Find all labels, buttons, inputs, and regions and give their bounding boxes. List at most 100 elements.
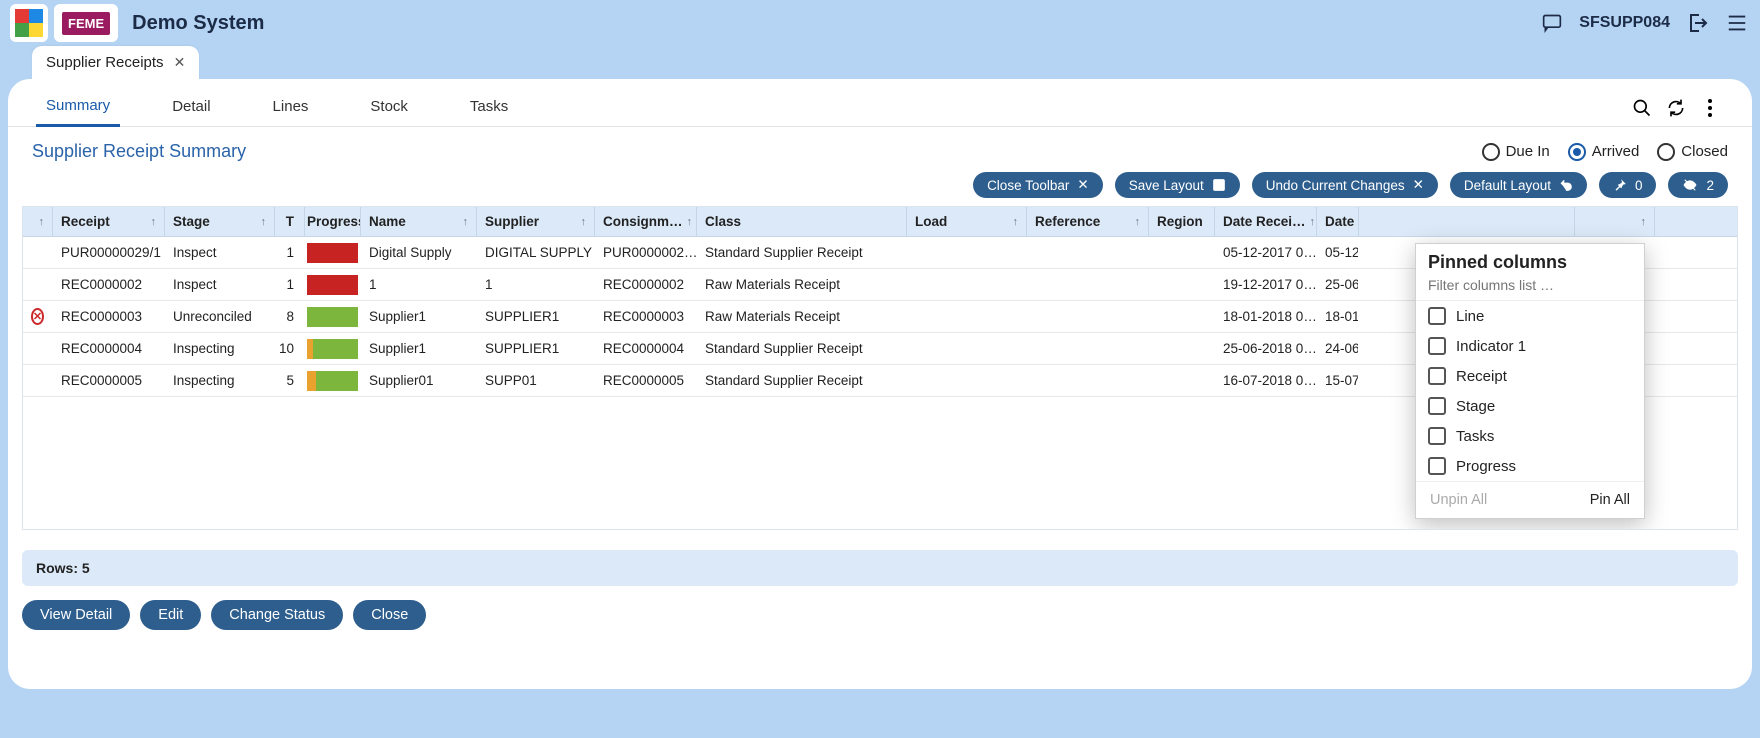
cell-reference <box>1027 237 1149 268</box>
radio-due-in[interactable]: Due In <box>1482 143 1550 161</box>
tab-tasks[interactable]: Tasks <box>460 90 518 125</box>
pill-label: Save Layout <box>1129 178 1204 193</box>
cell-reference <box>1027 269 1149 300</box>
cell-consignment: REC0000003 <box>595 301 697 332</box>
checkbox-icon[interactable] <box>1428 367 1446 385</box>
pinned-option[interactable]: Receipt <box>1416 361 1644 391</box>
search-icon[interactable] <box>1630 96 1654 120</box>
cell-receipt: REC0000005 <box>53 365 165 396</box>
main-panel: Summary Detail Lines Stock Tasks Supplie… <box>8 79 1752 689</box>
checkbox-icon[interactable] <box>1428 457 1446 475</box>
edit-button[interactable]: Edit <box>140 600 201 630</box>
col-label: Load <box>915 214 947 229</box>
col-label: Reference <box>1035 214 1100 229</box>
row-indicator <box>23 365 53 396</box>
col-label: Consignm… <box>603 214 683 229</box>
pill-label: 0 <box>1635 178 1643 193</box>
cell-receipt: REC0000002 <box>53 269 165 300</box>
cell-stage: Inspecting <box>165 365 275 396</box>
col-class[interactable]: Class <box>697 207 907 236</box>
close-icon[interactable]: ✕ <box>174 54 186 71</box>
checkbox-icon[interactable] <box>1428 337 1446 355</box>
col-date-received[interactable]: Date Recei…↑ <box>1215 207 1317 236</box>
change-status-button[interactable]: Change Status <box>211 600 343 630</box>
status-bar: Rows: 5 <box>22 550 1738 586</box>
cell-date-arrived: 18-01- <box>1317 301 1359 332</box>
cell-date-arrived: 15-07- <box>1317 365 1359 396</box>
progress-bar <box>307 371 358 391</box>
default-layout-button[interactable]: Default Layout <box>1450 172 1587 198</box>
workspace: Supplier Receipts ✕ Summary Detail Lines… <box>8 46 1752 689</box>
col-label: Region <box>1157 214 1203 229</box>
unpin-all-button[interactable]: Unpin All <box>1430 492 1487 508</box>
col-load[interactable]: Load↑ <box>907 207 1027 236</box>
cell-region <box>1149 301 1215 332</box>
close-icon: ✕ <box>1413 177 1424 193</box>
col-name[interactable]: Name↑ <box>361 207 477 236</box>
col-region[interactable]: Region <box>1149 207 1215 236</box>
checkbox-icon[interactable] <box>1428 397 1446 415</box>
action-row: View Detail Edit Change Status Close <box>8 596 1752 634</box>
progress-bar <box>307 307 358 327</box>
logout-icon[interactable] <box>1684 10 1710 36</box>
pinned-options-list[interactable]: Line Indicator 1 Receipt Stage Tasks Pro… <box>1416 300 1644 481</box>
pinned-option[interactable]: Line <box>1416 301 1644 331</box>
tab-detail[interactable]: Detail <box>162 90 220 125</box>
eye-off-icon <box>1682 178 1698 192</box>
close-button[interactable]: Close <box>353 600 426 630</box>
radio-arrived[interactable]: Arrived <box>1568 143 1640 161</box>
chat-icon[interactable] <box>1539 10 1565 36</box>
undo-changes-button[interactable]: Undo Current Changes ✕ <box>1252 172 1438 198</box>
cell-date-arrived: 05-12- <box>1317 237 1359 268</box>
col-consignment[interactable]: Consignm…↑ <box>595 207 697 236</box>
pin-all-button[interactable]: Pin All <box>1590 492 1630 508</box>
option-label: Progress <box>1456 458 1516 475</box>
col-trailing[interactable]: ↑ <box>1575 207 1655 236</box>
tab-stock[interactable]: Stock <box>360 90 418 125</box>
option-label: Stage <box>1456 398 1495 415</box>
row-indicator <box>23 237 53 268</box>
col-indicator[interactable]: ↑ <box>23 207 53 236</box>
pinned-option[interactable]: Stage <box>1416 391 1644 421</box>
tab-lines[interactable]: Lines <box>263 90 319 125</box>
app-tab-strip: Supplier Receipts ✕ <box>8 46 1752 79</box>
pinned-option[interactable]: Indicator 1 <box>1416 331 1644 361</box>
save-layout-button[interactable]: Save Layout <box>1115 172 1240 198</box>
col-stage[interactable]: Stage↑ <box>165 207 275 236</box>
checkbox-icon[interactable] <box>1428 307 1446 325</box>
col-receipt[interactable]: Receipt↑ <box>53 207 165 236</box>
kebab-menu-icon[interactable] <box>1698 96 1722 120</box>
close-toolbar-button[interactable]: Close Toolbar ✕ <box>973 172 1103 198</box>
cell-task-count: 5 <box>275 365 305 396</box>
app-tab-supplier-receipts[interactable]: Supplier Receipts ✕ <box>32 46 199 79</box>
progress-bar <box>307 275 358 295</box>
cell-task-count: 10 <box>275 333 305 364</box>
hidden-columns-button[interactable]: 2 <box>1668 172 1728 198</box>
checkbox-icon[interactable] <box>1428 427 1446 445</box>
data-grid: ↑ Receipt↑ Stage↑ T Progress Name↑ Suppl… <box>22 206 1738 530</box>
cell-class: Standard Supplier Receipt <box>697 333 907 364</box>
tab-summary[interactable]: Summary <box>36 89 120 127</box>
col-date-arrived[interactable]: Date A <box>1317 207 1359 236</box>
col-supplier[interactable]: Supplier↑ <box>477 207 595 236</box>
cell-supplier: SUPPLIER1 <box>477 333 595 364</box>
pinned-option[interactable]: Progress <box>1416 451 1644 481</box>
view-detail-button[interactable]: View Detail <box>22 600 130 630</box>
app-tab-label: Supplier Receipts <box>46 54 164 71</box>
cell-stage: Inspect <box>165 269 275 300</box>
user-code: SFSUPP084 <box>1579 14 1670 32</box>
pinned-option[interactable]: Tasks <box>1416 421 1644 451</box>
cell-receipt: PUR00000029/1 <box>53 237 165 268</box>
pinned-columns-button[interactable]: 0 <box>1599 172 1657 198</box>
cell-class: Standard Supplier Receipt <box>697 237 907 268</box>
radio-closed[interactable]: Closed <box>1657 143 1728 161</box>
cell-receipt: REC0000003 <box>53 301 165 332</box>
refresh-icon[interactable] <box>1664 96 1688 120</box>
col-reference[interactable]: Reference↑ <box>1027 207 1149 236</box>
cell-progress <box>305 269 361 300</box>
pinned-filter-input[interactable] <box>1428 277 1632 293</box>
hamburger-menu-icon[interactable] <box>1724 10 1750 36</box>
col-tasks-count[interactable]: T <box>275 207 305 236</box>
col-label: Stage <box>173 214 210 229</box>
col-progress[interactable]: Progress <box>305 207 361 236</box>
